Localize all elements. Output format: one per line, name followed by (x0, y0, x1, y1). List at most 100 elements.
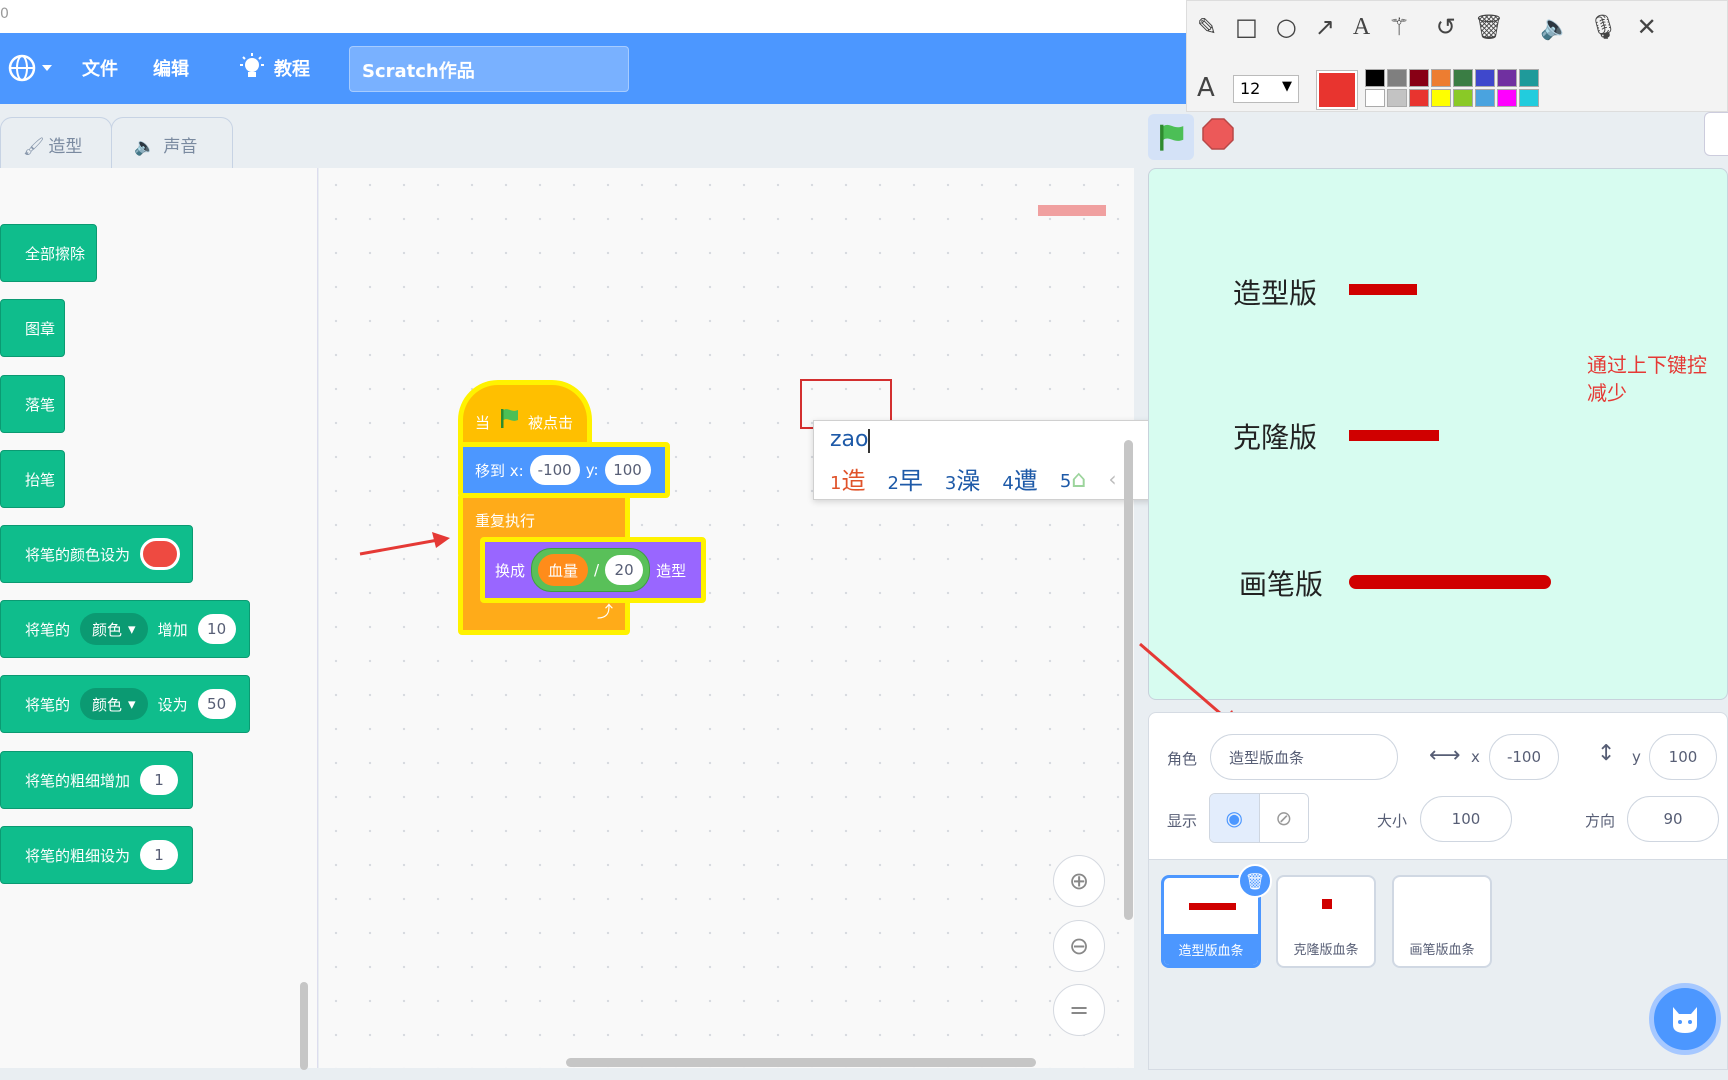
color-swatch[interactable] (1387, 69, 1407, 87)
rectangle-icon[interactable]: □ (1235, 13, 1258, 41)
circle-icon[interactable]: ○ (1276, 13, 1297, 41)
color-swatch[interactable] (1497, 89, 1517, 107)
color-swatch[interactable] (1365, 69, 1385, 87)
switch-costume-block[interactable]: 换成 血量 / 20 造型 (480, 537, 706, 603)
block-set-pen-color[interactable]: 将笔的颜色设为 (0, 525, 193, 583)
color-swatch[interactable] (1453, 89, 1473, 107)
pencil-icon[interactable]: ✎ (1197, 13, 1217, 41)
size-input[interactable]: 100 (1420, 796, 1512, 842)
eye-slash-icon: ⊘ (1275, 806, 1293, 830)
workspace-v-scrollbar[interactable] (1124, 440, 1133, 920)
show-hidden-button[interactable]: ⊘ (1259, 794, 1308, 842)
sprite-info-pane: 角色 造型版血条 ⟷ x -100 ↕ y 100 显示 ◉ ⊘ 大小 100 … (1148, 712, 1728, 860)
color-swatch[interactable] (1519, 89, 1539, 107)
block-set-mid: 设为 (157, 695, 188, 714)
direction-input[interactable]: 90 (1627, 796, 1719, 842)
text-icon[interactable]: A (1353, 14, 1370, 41)
chevron-down-icon: ▼ (1282, 79, 1292, 94)
ime-candidate[interactable]: 1造 (830, 461, 865, 496)
color-swatch[interactable] (1431, 89, 1451, 107)
change-size-input[interactable]: 1 (140, 765, 179, 795)
sprite-thumb[interactable]: 画笔版血条 (1392, 875, 1492, 968)
block-pen-down[interactable]: 落笔 (0, 375, 65, 433)
trash-icon: 🗑 (1244, 871, 1266, 891)
close-icon[interactable]: ✕ (1637, 13, 1657, 41)
hat-block[interactable]: 当 被点击 (458, 380, 592, 450)
set-size-input[interactable]: 1 (140, 840, 179, 870)
green-flag-icon (498, 407, 520, 433)
goto-x-input[interactable]: -100 (529, 455, 580, 485)
color-swatch[interactable] (1519, 69, 1539, 87)
color-swatch[interactable] (1409, 69, 1429, 87)
color-swatch[interactable] (1387, 89, 1407, 107)
globe-icon[interactable] (8, 51, 54, 89)
color-swatch[interactable] (1475, 69, 1495, 87)
block-change-pen-size[interactable]: 将笔的粗细增加 1 (0, 751, 193, 809)
color-picker[interactable] (140, 538, 181, 570)
stage-size-button[interactable] (1704, 112, 1728, 156)
sprite-name-input[interactable]: 造型版血条 (1210, 734, 1398, 780)
y-input[interactable]: 100 (1649, 734, 1717, 780)
sprite-thumb-selected[interactable]: 造型版血条 🗑 (1161, 864, 1272, 968)
ime-candidate[interactable]: 3澡 (945, 461, 980, 496)
palette-scrollbar[interactable] (300, 982, 308, 1070)
undo-icon[interactable]: ↺ (1436, 13, 1456, 41)
goto-block[interactable]: 移到 x: -100 y: 100 (458, 442, 670, 498)
workspace-h-scrollbar[interactable] (566, 1058, 1036, 1067)
current-color[interactable] (1316, 70, 1358, 110)
block-change-pen-param[interactable]: 将笔的 颜色 ▾ 增加 10 (0, 600, 250, 658)
tab-costumes[interactable]: 🖌 造型 (0, 117, 112, 169)
x-input[interactable]: -100 (1489, 734, 1559, 780)
show-visible-button[interactable]: ◉ (1210, 794, 1260, 842)
script-stack[interactable]: 当 被点击 移到 x: -100 y: 100 重复执行 ⤴ 换成 血量 / 2… (458, 380, 708, 640)
var-reporter[interactable]: 血量 (538, 554, 589, 586)
stage[interactable]: 造型版 克隆版 画笔版 通过上下键控 减少 (1148, 168, 1728, 700)
color-swatch[interactable] (1365, 89, 1385, 107)
zoom-out-button[interactable]: ⊖ (1053, 920, 1105, 972)
menu-file[interactable]: 文件 (82, 55, 118, 81)
ime-candidate[interactable]: 5⌂ (1060, 465, 1087, 493)
menu-edit[interactable]: 编辑 (153, 55, 189, 81)
color-swatch[interactable] (1497, 69, 1517, 87)
ime-prev-icon[interactable]: ‹ (1109, 467, 1117, 491)
microphone-icon[interactable]: 🎙 (1588, 13, 1618, 41)
color-swatch[interactable] (1475, 89, 1495, 107)
tab-sounds[interactable]: 🔈 声音 (111, 117, 233, 169)
trash-icon[interactable]: 🗑 (1474, 13, 1504, 41)
delete-sprite-button[interactable]: 🗑 (1238, 864, 1272, 898)
divide-operator[interactable]: 血量 / 20 (531, 548, 651, 592)
color-swatch[interactable] (1453, 69, 1473, 87)
stop-button[interactable] (1202, 118, 1234, 154)
block-clear[interactable]: 全部擦除 (0, 224, 97, 282)
color-swatch[interactable] (1431, 69, 1451, 87)
ime-candidate-num: 2 (887, 473, 899, 494)
set-value-input[interactable]: 50 (197, 689, 236, 719)
param-dropdown[interactable]: 颜色 ▾ (80, 613, 148, 645)
font-size-select[interactable]: 12 ▼ (1233, 75, 1299, 103)
arrow-icon[interactable]: ↗ (1315, 13, 1335, 41)
ime-candidate[interactable]: 4遭 (1002, 461, 1037, 496)
menu-tutorial[interactable]: 教程 (274, 55, 310, 81)
change-value-input[interactable]: 10 (197, 614, 236, 644)
add-sprite-button[interactable] (1649, 983, 1721, 1055)
green-flag-button[interactable] (1148, 114, 1194, 160)
script-workspace[interactable] (319, 168, 1134, 1068)
magic-wand-icon[interactable]: ⚚ (1388, 13, 1410, 41)
block-set-pen-param[interactable]: 将笔的 颜色 ▾ 设为 50 (0, 675, 250, 733)
block-pen-up[interactable]: 抬笔 (0, 450, 65, 508)
ime-candidate[interactable]: 2早 (887, 461, 922, 496)
zoom-in-button[interactable]: ⊕ (1053, 855, 1105, 907)
block-change-mid: 增加 (157, 620, 188, 639)
speaker-icon[interactable]: 🔈 (1540, 13, 1570, 41)
stage-note-line2: 减少 (1587, 381, 1627, 405)
color-swatch[interactable] (1409, 89, 1429, 107)
block-stamp[interactable]: 图章 (0, 299, 65, 357)
divisor-input[interactable]: 20 (605, 555, 644, 585)
block-set-pen-size[interactable]: 将笔的粗细设为 1 (0, 826, 193, 884)
project-title-input[interactable]: Scratch作品 (349, 46, 629, 92)
stage-label-costume: 造型版 (1233, 277, 1318, 310)
goto-y-input[interactable]: 100 (604, 455, 651, 485)
param-dropdown[interactable]: 颜色 ▾ (80, 688, 148, 720)
sprite-thumb[interactable]: 克隆版血条 (1276, 875, 1376, 968)
zoom-reset-button[interactable]: = (1053, 984, 1105, 1036)
